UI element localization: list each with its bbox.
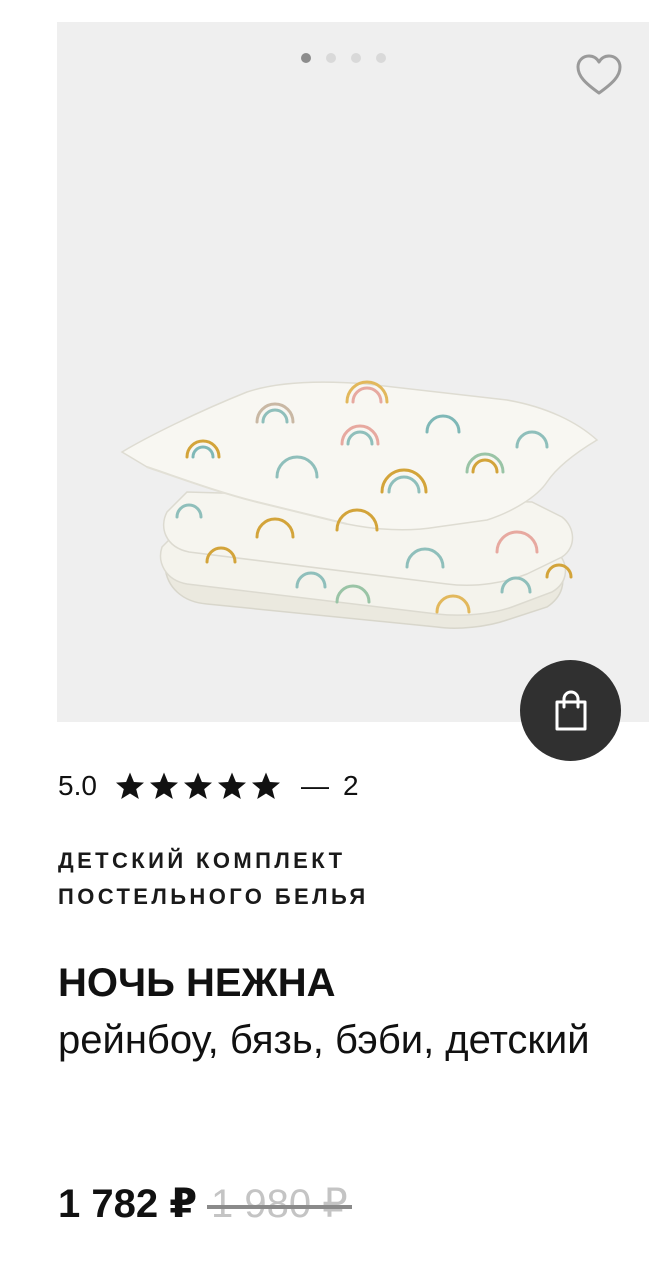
product-card: 5.0 — 2 ДЕТСКИЙ КОМПЛЕКТ ПОСТЕЛЬНОГО БЕЛ… <box>0 0 649 1280</box>
product-rating[interactable]: 5.0 — 2 <box>58 767 359 805</box>
category-line: ПОСТЕЛЬНОГО БЕЛЬЯ <box>58 884 369 909</box>
star-icon <box>251 772 280 799</box>
product-image[interactable] <box>107 352 607 652</box>
gallery-dot[interactable] <box>376 53 386 63</box>
gallery-pagination <box>301 53 386 63</box>
gallery-dot[interactable] <box>301 53 311 63</box>
rating-separator: — <box>300 770 329 801</box>
star-icon <box>115 772 144 799</box>
current-price: 1 782 ₽ <box>58 1182 198 1226</box>
rating-value: 5.0 <box>58 770 97 801</box>
star-icon <box>149 772 178 799</box>
gallery-dot[interactable] <box>351 53 361 63</box>
category-line: ДЕТСКИЙ КОМПЛЕКТ <box>58 848 346 873</box>
old-price: 1 980 ₽ <box>207 1182 352 1226</box>
product-brand: НОЧЬ НЕЖНА <box>58 961 336 1005</box>
star-icon <box>183 772 212 799</box>
product-category: ДЕТСКИЙ КОМПЛЕКТ ПОСТЕЛЬНОГО БЕЛЬЯ <box>58 843 618 915</box>
price-block: 1 782 ₽ 1 980 ₽ <box>58 1178 352 1230</box>
star-icon <box>217 772 246 799</box>
product-description: рейнбоу, бязь, бэби, детский <box>58 1018 590 1062</box>
review-count[interactable]: 2 <box>343 770 359 802</box>
product-title[interactable]: НОЧЬ НЕЖНА рейнбоу, бязь, бэби, детский <box>58 955 638 1069</box>
product-gallery[interactable] <box>57 22 649 722</box>
gallery-dot[interactable] <box>326 53 336 63</box>
rating-stars <box>115 771 281 801</box>
heart-outline-icon[interactable] <box>575 52 623 98</box>
add-to-cart-button[interactable] <box>520 660 621 761</box>
shopping-bag-icon <box>555 690 586 730</box>
